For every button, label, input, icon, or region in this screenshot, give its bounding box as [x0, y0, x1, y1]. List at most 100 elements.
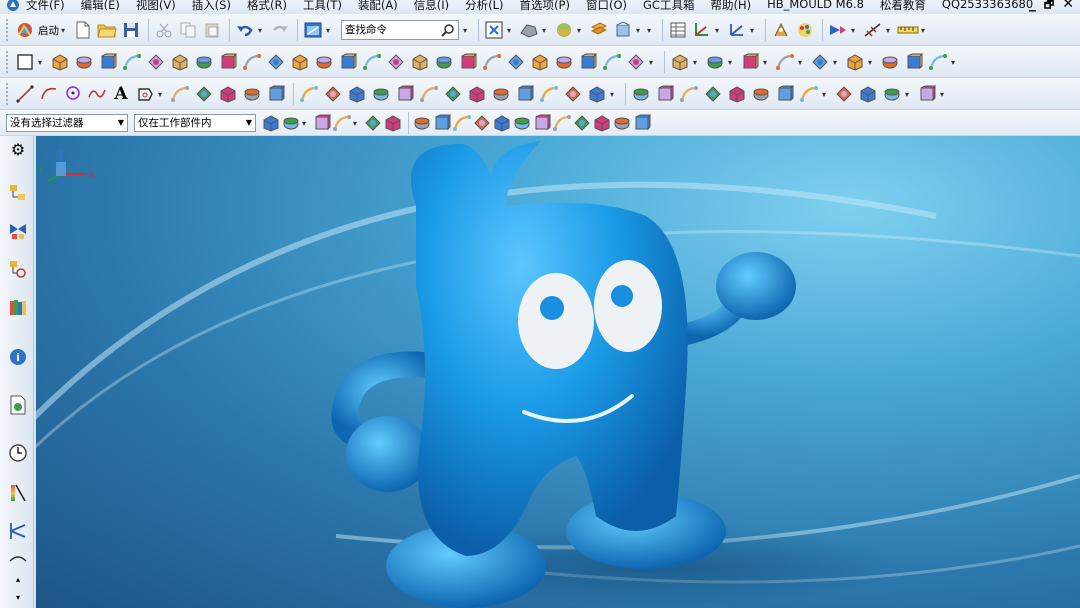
- menu-item[interactable]: 信息(I): [414, 0, 449, 13]
- snap-arc-center-icon[interactable]: [513, 114, 531, 132]
- menu-item[interactable]: 文件(F): [26, 0, 65, 13]
- mold-tool-icon[interactable]: [704, 51, 726, 73]
- wcs-dropdown-icon[interactable]: ▾: [715, 26, 723, 35]
- bridge-curve-icon[interactable]: [241, 83, 263, 105]
- web-browser-icon[interactable]: [7, 394, 29, 416]
- n-sided-icon[interactable]: [774, 83, 796, 105]
- unite-icon[interactable]: [409, 51, 431, 73]
- snap-on-surface-icon[interactable]: [593, 114, 611, 132]
- csys-icon[interactable]: [726, 19, 748, 41]
- wrap-icon[interactable]: [538, 83, 560, 105]
- polygon-dropdown-icon[interactable]: ▾: [158, 90, 166, 99]
- pocket-icon[interactable]: [193, 51, 215, 73]
- text-curve-icon[interactable]: [562, 83, 584, 105]
- restore-button[interactable]: 🗗: [1044, 0, 1054, 14]
- snap-on-curve-icon[interactable]: [573, 114, 591, 132]
- undo-icon[interactable]: [234, 19, 256, 41]
- parting-dropdown-icon[interactable]: ▾: [763, 58, 771, 67]
- draft-icon[interactable]: [337, 51, 359, 73]
- menu-item[interactable]: 分析(L): [465, 0, 503, 13]
- scroll-down-icon[interactable]: ▾: [7, 586, 29, 608]
- feature-dropdown-icon[interactable]: ▾: [649, 58, 657, 67]
- snap-endpoint-icon[interactable]: [433, 114, 451, 132]
- measure-icon[interactable]: [862, 19, 884, 41]
- curve-dropdown-icon[interactable]: ▾: [610, 90, 618, 99]
- trim-curve-icon[interactable]: [298, 83, 320, 105]
- menu-item[interactable]: QQ2533363680: [942, 0, 1033, 13]
- deviation-icon[interactable]: [916, 83, 938, 105]
- minimize-button[interactable]: _: [1029, 0, 1036, 14]
- analysis-dropdown-icon[interactable]: ▾: [905, 90, 913, 99]
- menu-item[interactable]: GC工具箱: [643, 0, 694, 13]
- parting-icon[interactable]: [739, 51, 761, 73]
- pattern-icon[interactable]: [217, 51, 239, 73]
- lasso-select-icon[interactable]: [313, 114, 331, 132]
- styled-sweep-dropdown-icon[interactable]: ▾: [822, 90, 830, 99]
- offset-curve-icon[interactable]: [169, 83, 191, 105]
- text-icon[interactable]: A: [110, 83, 132, 105]
- finder-dropdown-icon[interactable]: ▾: [463, 26, 471, 35]
- box-select-dropdown-icon[interactable]: ▾: [353, 119, 361, 128]
- extrude-icon[interactable]: [49, 51, 71, 73]
- reuse-library-icon[interactable]: [7, 296, 29, 318]
- toolbar-grip[interactable]: [6, 19, 10, 41]
- fillet-curve-icon[interactable]: [346, 83, 368, 105]
- snap-point-constructor-icon[interactable]: [613, 114, 631, 132]
- motion-dropdown-icon[interactable]: ▾: [851, 26, 859, 35]
- snap-quadrant-icon[interactable]: [533, 114, 551, 132]
- replace-face-icon[interactable]: [577, 51, 599, 73]
- layer-dropdown-icon[interactable]: ▾: [636, 26, 644, 35]
- menu-item[interactable]: HB_MOULD M6.8: [767, 0, 864, 13]
- sketch-dropdown-icon[interactable]: ▾: [38, 58, 46, 67]
- box-select-icon[interactable]: [333, 114, 351, 132]
- menu-item[interactable]: 帮助(H): [710, 0, 751, 13]
- view-dropdown-icon[interactable]: ▾: [507, 26, 515, 35]
- shaded-select-icon[interactable]: [384, 114, 402, 132]
- copy-icon[interactable]: [177, 19, 199, 41]
- through-curves-icon[interactable]: [702, 83, 724, 105]
- isoparametric-icon[interactable]: [418, 83, 440, 105]
- menu-item[interactable]: 视图(V): [136, 0, 176, 13]
- hole-icon[interactable]: [145, 51, 167, 73]
- cooling-icon[interactable]: [927, 51, 949, 73]
- toolbar-grip[interactable]: [6, 51, 10, 73]
- ruler-icon[interactable]: [897, 19, 919, 41]
- section-curve-icon[interactable]: [586, 83, 608, 105]
- delete-face-icon[interactable]: [669, 51, 691, 73]
- wcs-icon[interactable]: [691, 19, 713, 41]
- open-folder-icon[interactable]: [96, 19, 118, 41]
- select-all-dropdown-icon[interactable]: ▾: [302, 119, 310, 128]
- isoline-icon[interactable]: [514, 83, 536, 105]
- line-icon[interactable]: [14, 83, 36, 105]
- shell-icon[interactable]: [313, 51, 335, 73]
- menu-item[interactable]: 插入(S): [192, 0, 231, 13]
- blend-icon[interactable]: [265, 51, 287, 73]
- thicken-icon[interactable]: [505, 51, 527, 73]
- join-curve-icon[interactable]: [265, 83, 287, 105]
- menu-item[interactable]: 编辑(E): [81, 0, 120, 13]
- start-button-label[interactable]: 启动: [38, 23, 59, 38]
- move-face-icon[interactable]: [601, 51, 623, 73]
- layer-icon[interactable]: [588, 19, 610, 41]
- insert-icon[interactable]: [809, 51, 831, 73]
- nx-app-icon[interactable]: [6, 0, 20, 12]
- measure-dropdown-icon[interactable]: ▾: [886, 26, 894, 35]
- resize-face-icon[interactable]: [625, 51, 647, 73]
- motion-icon[interactable]: [827, 19, 849, 41]
- surface-patch-icon[interactable]: [654, 83, 676, 105]
- mold-tool-dropdown-icon[interactable]: ▾: [728, 58, 736, 67]
- core-cavity-icon[interactable]: [774, 51, 796, 73]
- analysis-icon[interactable]: [881, 83, 903, 105]
- more-dropdown-icon[interactable]: ▾: [647, 26, 655, 35]
- project-curve-icon[interactable]: [193, 83, 215, 105]
- trim-body-icon[interactable]: [361, 51, 383, 73]
- deselect-icon[interactable]: [364, 114, 382, 132]
- split-body-icon[interactable]: [385, 51, 407, 73]
- cut-icon[interactable]: [153, 19, 175, 41]
- start-dropdown-icon[interactable]: ▾: [61, 26, 69, 35]
- new-file-icon[interactable]: [72, 19, 94, 41]
- ejector-icon[interactable]: [903, 51, 925, 73]
- helix-icon[interactable]: [442, 83, 464, 105]
- ruled-icon[interactable]: [750, 83, 772, 105]
- slider-icon[interactable]: [844, 51, 866, 73]
